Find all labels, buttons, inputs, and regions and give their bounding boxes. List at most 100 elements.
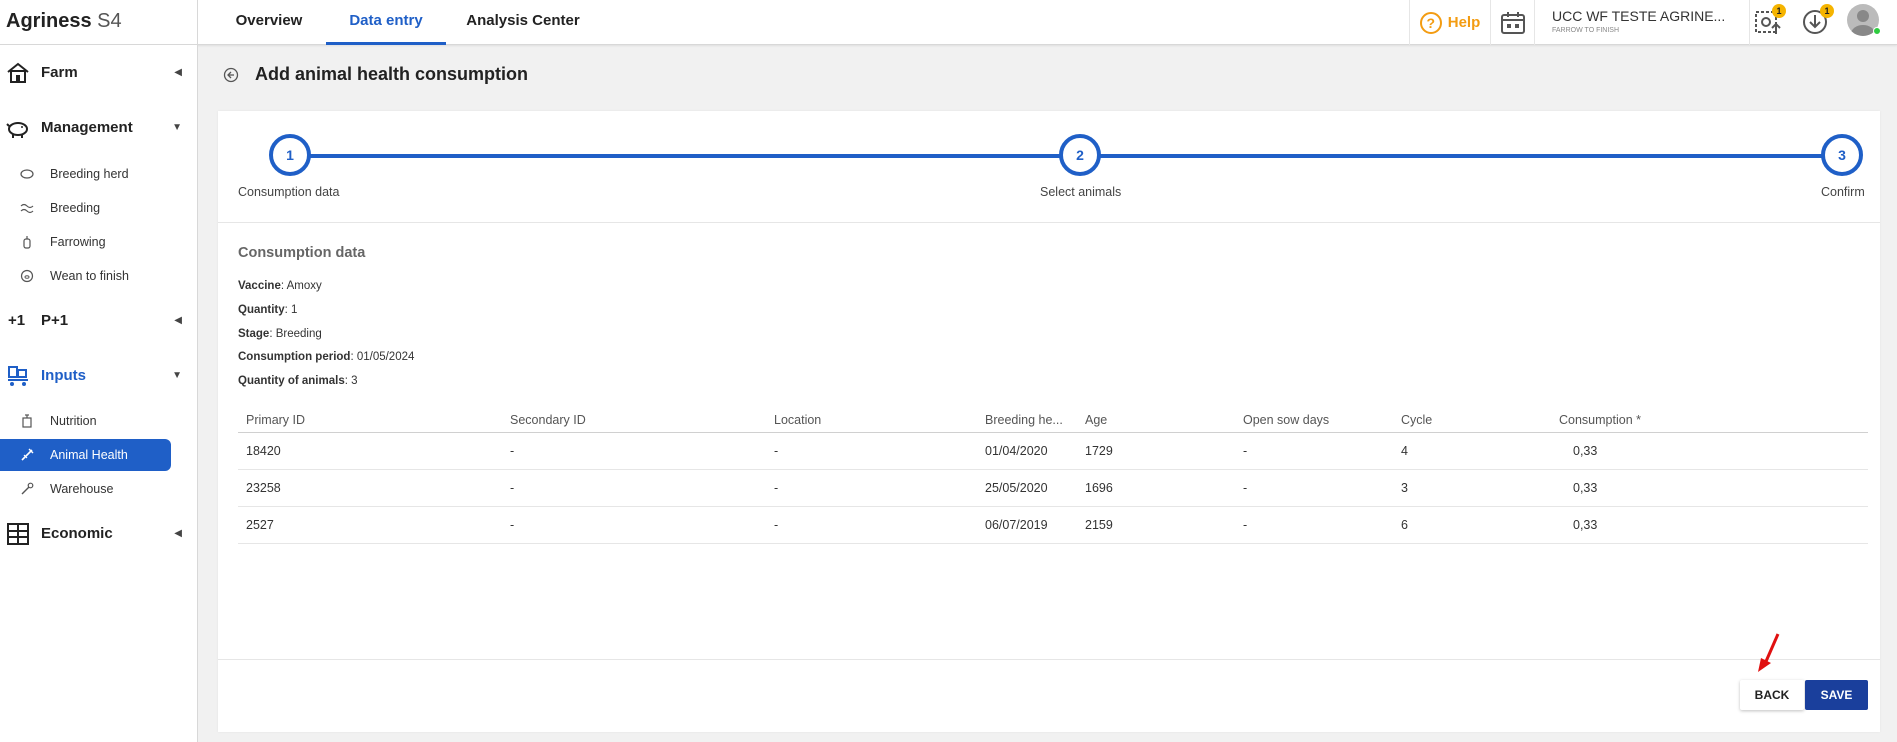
row-divider	[238, 469, 1868, 470]
tab-overview[interactable]: Overview	[225, 0, 313, 45]
sidebar-item-label: Warehouse	[50, 482, 114, 496]
sidebar-item-nutrition[interactable]: Nutrition	[0, 405, 171, 437]
summary-stage: Stage: Breeding	[238, 328, 322, 340]
back-arrow-icon[interactable]	[223, 67, 239, 83]
field-key: Stage	[238, 328, 270, 340]
sidebar-item-breeding-herd[interactable]: Breeding herd	[0, 158, 171, 190]
syringe-icon	[21, 448, 34, 461]
notifications-button[interactable]: 1	[1750, 4, 1786, 40]
table-cell: -	[1243, 518, 1248, 532]
step-2-label: Select animals	[1040, 185, 1122, 199]
step-3[interactable]: 3	[1821, 134, 1863, 176]
pig-icon	[20, 169, 34, 179]
column-header-consumption[interactable]: Consumption *	[1559, 413, 1641, 427]
column-header-open-sow-days[interactable]: Open sow days	[1243, 413, 1329, 427]
field-value: 3	[351, 375, 358, 387]
table-cell: -	[510, 481, 515, 495]
top-bar: Agriness S4 Overview Data entry Analysis…	[0, 0, 1897, 45]
table-cell: -	[774, 481, 779, 495]
sidebar-item-animal-health[interactable]: Animal Health	[0, 439, 171, 471]
field-value: Breeding	[275, 328, 322, 340]
sidebar-item-breeding[interactable]: Breeding	[0, 192, 171, 224]
bottle-icon	[23, 236, 31, 249]
help-icon: ?	[1419, 11, 1442, 34]
barn-icon	[7, 62, 29, 83]
sidebar-item-farrowing[interactable]: Farrowing	[0, 226, 171, 258]
sidebar-item-wean-to-finish[interactable]: Wean to finish	[0, 260, 171, 292]
sidebar-section-label: Farm	[41, 63, 78, 81]
sidebar-item-label: Farrowing	[50, 235, 106, 249]
sidebar-item-warehouse[interactable]: Warehouse	[0, 473, 171, 505]
row-divider	[238, 543, 1868, 544]
table-cell: 1729	[1085, 444, 1113, 458]
table-cell: -	[774, 444, 779, 458]
column-header-location[interactable]: Location	[774, 413, 821, 427]
pig-face-icon	[20, 269, 34, 283]
field-value: 1	[291, 304, 298, 316]
sidebar-section-economic[interactable]: Economic ◀	[0, 514, 198, 552]
column-header-secondary-id[interactable]: Secondary ID	[510, 413, 586, 427]
step-1-label: Consumption data	[238, 185, 340, 199]
table-cell: -	[510, 444, 515, 458]
sidebar-item-label: Nutrition	[50, 414, 97, 428]
tab-analysis-center[interactable]: Analysis Center	[460, 0, 586, 45]
field-value: Amoxy	[286, 280, 322, 292]
help-button[interactable]: ? Help	[1409, 0, 1491, 45]
step-3-label: Confirm	[1821, 185, 1865, 199]
chevron-left-icon: ◀	[174, 527, 182, 539]
sidebar-section-management[interactable]: Management ▼	[0, 108, 198, 146]
spreadsheet-icon	[7, 523, 29, 545]
app-logo[interactable]: Agriness S4	[6, 10, 122, 33]
calendar-button[interactable]	[1491, 0, 1535, 45]
sidebar-section-inputs[interactable]: Inputs ▼	[0, 356, 198, 394]
table-cell: 18420	[246, 444, 281, 458]
field-key: Quantity of animals	[238, 375, 345, 387]
tab-data-entry[interactable]: Data entry	[326, 0, 446, 45]
breeding-icon	[20, 203, 34, 214]
plus-one-icon: +1	[8, 312, 26, 329]
sidebar-section-label: P+1	[41, 311, 69, 329]
help-label: Help	[1447, 14, 1481, 31]
table-cell: 01/04/2020	[985, 444, 1048, 458]
divider	[218, 222, 1880, 223]
table-cell: 2527	[246, 518, 274, 532]
field-key: Consumption period	[238, 351, 351, 363]
table-cell: 06/07/2019	[985, 518, 1048, 532]
column-header-breeding-herd[interactable]: Breeding he...	[985, 413, 1063, 427]
field-key: Vaccine	[238, 280, 281, 292]
page-header: Add animal health consumption	[223, 64, 528, 85]
save-button[interactable]: SAVE	[1805, 680, 1868, 710]
sidebar-section-label: Management	[41, 118, 133, 136]
step-1[interactable]: 1	[269, 134, 311, 176]
column-header-primary-id[interactable]: Primary ID	[246, 413, 305, 427]
downloads-button[interactable]: 1	[1798, 4, 1834, 40]
sidebar: Farm ◀ Management ▼ Breeding herd Breedi…	[0, 45, 198, 742]
sidebar-item-label: Breeding herd	[50, 167, 129, 181]
piggy-icon	[6, 122, 28, 138]
table-cell: -	[510, 518, 515, 532]
sidebar-section-p1[interactable]: +1 P+1 ◀	[0, 301, 198, 339]
consumption-input[interactable]: 0,33	[1573, 481, 1597, 495]
table-cell: 1696	[1085, 481, 1113, 495]
inputs-icon	[8, 366, 28, 386]
consumption-input[interactable]: 0,33	[1573, 444, 1597, 458]
chevron-down-icon: ▼	[172, 369, 182, 381]
red-arrow-annotation-icon	[1758, 633, 1780, 672]
table-cell: -	[1243, 481, 1248, 495]
farm-selector[interactable]: UCC WF TESTE AGRINE... FARROW TO FINISH	[1536, 0, 1750, 45]
divider	[197, 0, 198, 45]
summary-consumption-period: Consumption period: 01/05/2024	[238, 351, 415, 363]
table-cell: 2159	[1085, 518, 1113, 532]
section-title: Consumption data	[238, 245, 366, 261]
column-header-age[interactable]: Age	[1085, 413, 1107, 427]
table-cell: 6	[1401, 518, 1408, 532]
back-button[interactable]: BACK	[1740, 680, 1804, 710]
sidebar-item-label: Wean to finish	[50, 269, 129, 283]
table-cell: -	[774, 518, 779, 532]
sidebar-section-farm[interactable]: Farm ◀	[0, 53, 198, 91]
column-header-cycle[interactable]: Cycle	[1401, 413, 1432, 427]
consumption-input[interactable]: 0,33	[1573, 518, 1597, 532]
field-value: 01/05/2024	[356, 351, 415, 363]
sidebar-section-label: Inputs	[41, 366, 86, 384]
step-2[interactable]: 2	[1059, 134, 1101, 176]
